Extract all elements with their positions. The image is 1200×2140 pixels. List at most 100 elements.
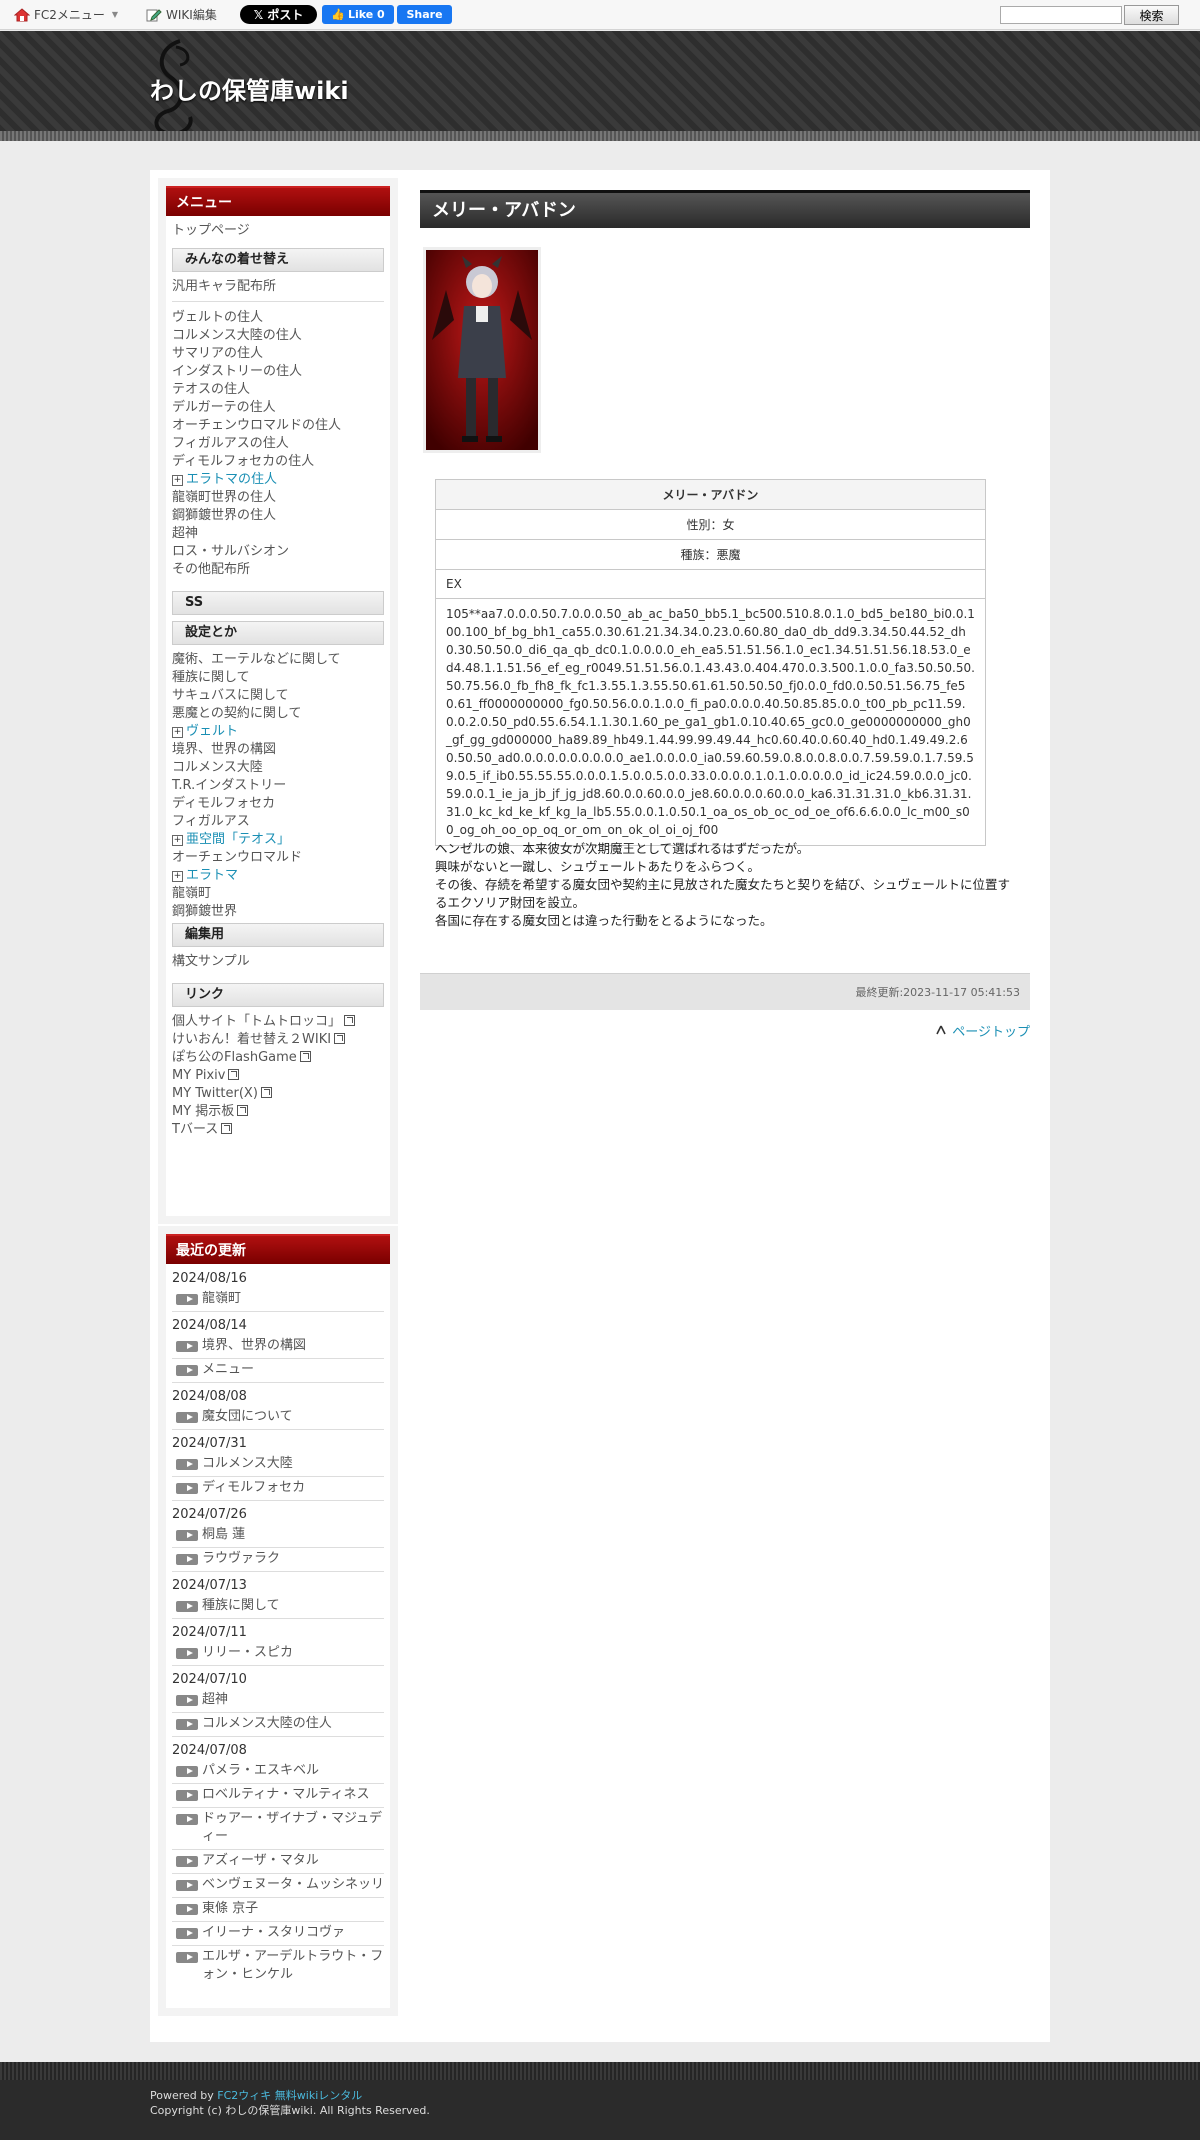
- recent-item[interactable]: ディモルフォセカ: [172, 1477, 384, 1501]
- recent-item[interactable]: ベンヴェヌータ・ムッシネッリ: [172, 1874, 384, 1898]
- facebook-like-button[interactable]: 👍 Like 0: [322, 5, 394, 24]
- menu-setting[interactable]: 龍嶺町: [172, 885, 384, 903]
- page-top-link[interactable]: ページトップ: [936, 1021, 1030, 1040]
- powered-by-link[interactable]: FC2ウィキ 無料wikiレンタル: [217, 2089, 362, 2102]
- recent-title: 最近の更新: [166, 1234, 390, 1264]
- menu-generic-chara[interactable]: 汎用キャラ配布所: [172, 278, 384, 296]
- menu-resident[interactable]: ディモルフォセカの住人: [172, 453, 384, 471]
- expand-plus-icon[interactable]: +: [172, 835, 183, 846]
- menu-section-links: リンク: [172, 983, 384, 1007]
- recent-item-label: ベンヴェヌータ・ムッシネッリ: [202, 1877, 385, 1892]
- recent-item[interactable]: コルメンス大陸の住人: [172, 1713, 384, 1737]
- menu-resident[interactable]: インダストリーの住人: [172, 363, 384, 381]
- recent-item[interactable]: コルメンス大陸: [172, 1453, 384, 1477]
- tweet-button[interactable]: 𝕏 ポスト: [240, 5, 317, 24]
- recent-item[interactable]: ロベルティナ・マルティネス: [172, 1784, 384, 1808]
- character-image[interactable]: [423, 247, 541, 453]
- recent-item[interactable]: ラウヴァラク: [172, 1548, 384, 1572]
- fc2-menu[interactable]: FC2メニュー ▼: [14, 6, 118, 23]
- menu-asubspace-theos[interactable]: + 亜空間「テオス」: [172, 831, 384, 849]
- link-flashgame[interactable]: ぽち公のFlashGame: [172, 1049, 384, 1067]
- menu-top-page[interactable]: トップページ: [172, 222, 384, 240]
- page-arrow-icon: [176, 1459, 198, 1470]
- menu-resident[interactable]: ヴェルトの住人: [172, 309, 384, 327]
- recent-item[interactable]: パメラ・エスキベル: [172, 1760, 384, 1784]
- menu-setting[interactable]: 鋼獅鍍世界: [172, 903, 384, 921]
- recent-date: 2024/07/31: [172, 1436, 247, 1451]
- link-label: MY 掲示板: [172, 1104, 235, 1119]
- menu-resident[interactable]: 超神: [172, 525, 384, 543]
- recent-item[interactable]: 種族に関して: [172, 1595, 384, 1619]
- menu-setting[interactable]: ディモルフォセカ: [172, 795, 384, 813]
- table-code-cell: 105**aa7.0.0.0.50.7.0.0.0.50_ab_ac_ba50_…: [435, 598, 986, 846]
- menu-setting[interactable]: T.R.インダストリー: [172, 777, 384, 795]
- menu-resident[interactable]: サマリアの住人: [172, 345, 384, 363]
- recent-item-label: メニュー: [202, 1362, 255, 1377]
- menu-resident[interactable]: デルガーテの住人: [172, 399, 384, 417]
- site-title[interactable]: わしの保管庫wiki: [150, 71, 349, 106]
- recent-date: 2024/07/11: [172, 1625, 247, 1640]
- wiki-edit-link[interactable]: WIKI編集: [146, 6, 217, 23]
- search-button[interactable]: 検索: [1124, 5, 1179, 25]
- recent-item[interactable]: 東條 京子: [172, 1898, 384, 1922]
- menu-velt[interactable]: + ヴェルト: [172, 723, 384, 741]
- menu-asubspace-label: 亜空間「テオス」: [186, 832, 291, 847]
- menu-resident[interactable]: その他配布所: [172, 561, 384, 579]
- recent-item-label: 桐島 蓮: [202, 1527, 246, 1542]
- recent-item[interactable]: 魔女団について: [172, 1406, 384, 1430]
- menu-eratoma[interactable]: + エラトマ: [172, 867, 384, 885]
- powered-by-line: Powered by FC2ウィキ 無料wikiレンタル: [150, 2088, 430, 2103]
- menu-resident[interactable]: コルメンス大陸の住人: [172, 327, 384, 345]
- recent-item[interactable]: 桐島 蓮: [172, 1524, 384, 1548]
- recent-item[interactable]: 境界、世界の構図: [172, 1335, 384, 1359]
- menu-resident[interactable]: オーチェンウロマルドの住人: [172, 417, 384, 435]
- menu-setting[interactable]: 悪魔との契約に関して: [172, 705, 384, 723]
- menu-setting[interactable]: 種族に関して: [172, 669, 384, 687]
- recent-item-label: パメラ・エスキベル: [202, 1763, 320, 1778]
- link-personal-site[interactable]: 個人サイト「トムトロッコ」: [172, 1013, 384, 1031]
- menu-resident[interactable]: テオスの住人: [172, 381, 384, 399]
- edit-icon: [146, 8, 162, 21]
- recent-item[interactable]: リリー・スピカ: [172, 1642, 384, 1666]
- recent-date: 2024/07/08: [172, 1743, 247, 1758]
- recent-item[interactable]: アズィーザ・マタル: [172, 1850, 384, 1874]
- menu-resident[interactable]: フィガルアスの住人: [172, 435, 384, 453]
- description-line: ヘンゼルの娘、本来彼女が次期魔王として選ばれるはずだったが。: [435, 841, 810, 856]
- menu-setting[interactable]: サキュバスに関して: [172, 687, 384, 705]
- menu-eratoma-residents[interactable]: + エラトマの住人: [172, 471, 384, 489]
- external-link-icon: [334, 1033, 346, 1044]
- link-bbs[interactable]: MY 掲示板: [172, 1103, 384, 1121]
- menu-resident[interactable]: 龍嶺町世界の住人: [172, 489, 384, 507]
- recent-item[interactable]: 龍嶺町: [172, 1288, 384, 1312]
- expand-plus-icon[interactable]: +: [172, 727, 183, 738]
- recent-item[interactable]: イリーナ・スタリコヴァ: [172, 1922, 384, 1946]
- link-label: ぽち公のFlashGame: [172, 1050, 297, 1065]
- facebook-share-button[interactable]: Share: [397, 5, 452, 24]
- page-arrow-icon: [176, 1790, 198, 1801]
- menu-syntax-sample[interactable]: 構文サンプル: [172, 953, 384, 971]
- expand-plus-icon[interactable]: +: [172, 871, 183, 882]
- menu-setting[interactable]: 魔術、エーテルなどに関して: [172, 651, 384, 669]
- page-arrow-icon: [176, 1341, 198, 1352]
- link-tverse[interactable]: Tバース: [172, 1121, 384, 1139]
- expand-plus-icon[interactable]: +: [172, 475, 183, 486]
- table-gender-cell: 性別：女: [435, 509, 986, 540]
- recent-item[interactable]: エルザ・アーデルトラウト・フォン・ヒンケル: [172, 1946, 384, 1987]
- menu-resident[interactable]: ロス・サルバシオン: [172, 543, 384, 561]
- link-keion-wiki[interactable]: けいおん！着せ替え２WIKI: [172, 1031, 384, 1049]
- link-label: けいおん！着せ替え２WIKI: [172, 1032, 332, 1047]
- menu-resident[interactable]: 鋼獅鍍世界の住人: [172, 507, 384, 525]
- search-input[interactable]: [1000, 6, 1122, 24]
- table-name-cell: メリー・アバドン: [435, 479, 986, 510]
- recent-item-label: ドゥアー・ザイナブ・マジュディー: [202, 1811, 383, 1844]
- link-twitter[interactable]: MY Twitter(X): [172, 1085, 384, 1103]
- menu-setting[interactable]: コルメンス大陸: [172, 759, 384, 777]
- menu-setting[interactable]: 境界、世界の構図: [172, 741, 384, 759]
- link-pixiv[interactable]: MY Pixiv: [172, 1067, 384, 1085]
- recent-item[interactable]: 超神: [172, 1689, 384, 1713]
- menu-setting[interactable]: オーチェンウロマルド: [172, 849, 384, 867]
- recent-item[interactable]: ドゥアー・ザイナブ・マジュディー: [172, 1808, 384, 1850]
- recent-item[interactable]: メニュー: [172, 1359, 384, 1383]
- link-label: MY Pixiv: [172, 1068, 226, 1083]
- menu-setting[interactable]: フィガルアス: [172, 813, 384, 831]
